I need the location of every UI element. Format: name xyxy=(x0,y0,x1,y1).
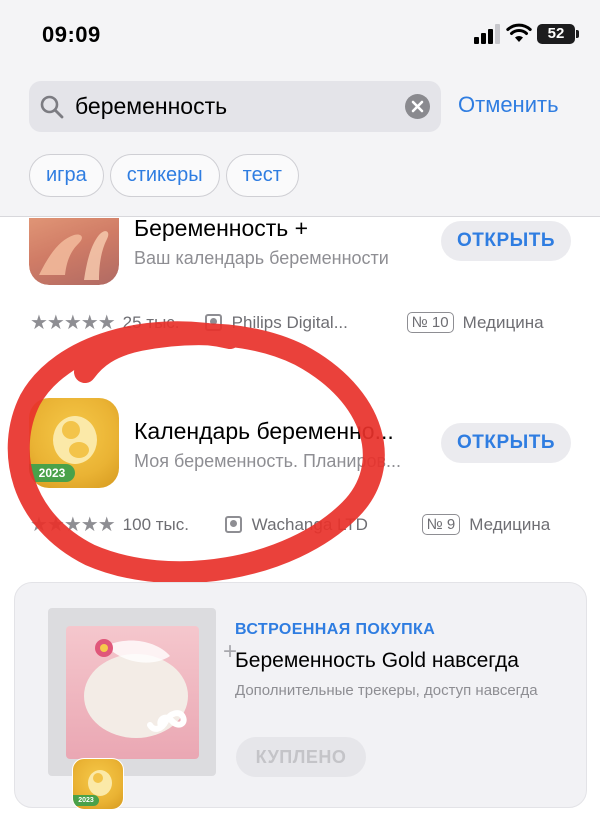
iap-artwork: + 2023 xyxy=(48,608,237,810)
app-mini-icon: 2023 xyxy=(72,758,124,810)
app-meta-row: ★★★★★ 25 тыс. Philips Digital... № 10 Ме… xyxy=(30,310,544,335)
iap-title: Беременность Gold навсегда xyxy=(235,649,519,672)
clear-search-button[interactable] xyxy=(405,94,430,119)
purchased-button[interactable]: КУПЛЕНО xyxy=(236,737,366,777)
developer-icon xyxy=(204,314,222,331)
pregnant-belly-image xyxy=(66,626,199,759)
icon-year-badge: 2023 xyxy=(73,795,99,806)
app-meta-row: ★★★★★ 100 тыс. Wachanga LTD № 9 Медицина xyxy=(30,512,550,537)
ratings-count: 100 тыс. xyxy=(122,514,189,534)
developer-name[interactable]: Philips Digital... xyxy=(232,313,407,333)
app-subtitle: Моя беременность. Планиров... xyxy=(134,451,402,471)
icon-year-badge: 2023 xyxy=(29,464,75,482)
wifi-icon xyxy=(506,23,532,42)
rank-badge: № 9 xyxy=(421,514,461,535)
status-time: 09:09 xyxy=(42,22,101,47)
star-rating-icon: ★★★★★ xyxy=(30,514,116,536)
iap-badge: ВСТРОЕННАЯ ПОКУПКА xyxy=(235,621,436,638)
suggestion-chip-test[interactable]: тест xyxy=(225,154,299,197)
open-button[interactable]: ОТКРЫТЬ xyxy=(441,423,571,463)
cellular-signal-icon xyxy=(474,24,500,44)
developer-icon xyxy=(224,516,242,533)
app-icon-pregnancy-calendar[interactable]: 2023 xyxy=(29,398,119,488)
search-input[interactable]: беременность xyxy=(75,93,227,120)
suggestion-chip-game[interactable]: игра xyxy=(29,154,104,197)
iap-description: Дополнительные трекеры, доступ навсегда xyxy=(235,682,538,699)
suggestion-chips: игра стикеры тест xyxy=(29,154,299,197)
close-icon xyxy=(411,100,424,113)
rank-badge: № 10 xyxy=(406,312,454,333)
app-subtitle: Ваш календарь беременности xyxy=(134,248,389,268)
app-title[interactable]: Беременность + xyxy=(134,215,308,242)
suggestion-chip-stickers[interactable]: стикеры xyxy=(109,154,220,197)
star-rating-icon: ★★★★★ xyxy=(30,312,116,334)
developer-name[interactable]: Wachanga LTD xyxy=(252,515,422,535)
cancel-button[interactable]: Отменить xyxy=(458,92,559,118)
app-title[interactable]: Календарь беременно... xyxy=(134,418,394,445)
search-bar[interactable]: беременность xyxy=(29,81,441,132)
battery-indicator: 52 xyxy=(537,24,579,44)
ratings-count: 25 тыс. xyxy=(122,312,180,332)
search-header: беременность Отменить игра стикеры тест xyxy=(0,70,600,217)
pregnant-belly-icon xyxy=(84,639,188,738)
status-bar: 09:09 52 xyxy=(0,0,600,70)
search-icon xyxy=(40,95,64,119)
category-label: Медицина xyxy=(462,312,544,332)
category-label: Медицина xyxy=(469,514,551,534)
open-button[interactable]: ОТКРЫТЬ xyxy=(441,221,571,261)
in-app-purchase-card[interactable]: + 2023 ВСТРОЕННАЯ ПОКУПКА Беременность G… xyxy=(14,582,587,810)
